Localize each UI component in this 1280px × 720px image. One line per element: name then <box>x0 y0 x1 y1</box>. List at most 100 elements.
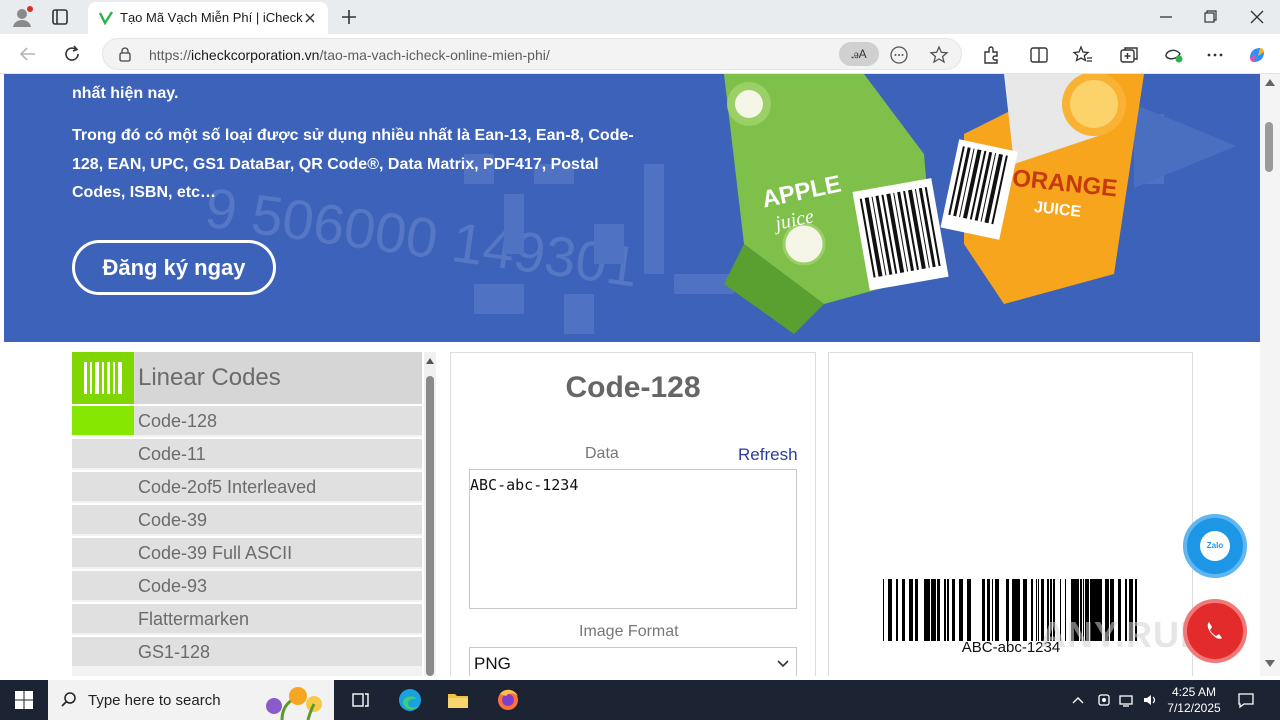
page-scroll-up-icon[interactable] <box>1265 78 1275 86</box>
restore-icon[interactable] <box>1198 6 1222 28</box>
barcode-bar <box>1006 579 1008 641</box>
taskbar-search-box[interactable]: Type here to search <box>48 680 334 720</box>
chevron-down-icon <box>777 660 789 668</box>
active-tab[interactable]: Tạo Mã Vạch Miễn Phí | iCheck <box>88 2 328 34</box>
barcode-bar <box>1008 579 1009 641</box>
barcode-bar <box>954 579 955 641</box>
anyrun-watermark: ANY.RUN <box>1040 614 1208 655</box>
firefox-icon[interactable] <box>492 684 524 716</box>
tray-chevron-up-icon[interactable] <box>1070 692 1086 708</box>
list-scrollbar-thumb[interactable] <box>426 376 434 676</box>
item-indicator <box>72 538 134 567</box>
file-explorer-icon[interactable] <box>442 684 474 716</box>
code-type-label: Code-39 Full ASCII <box>138 543 293 563</box>
close-window-icon[interactable] <box>1245 6 1269 28</box>
item-indicator <box>72 505 134 534</box>
browser-essentials-icon[interactable] <box>1162 44 1184 66</box>
new-tab-icon[interactable] <box>338 6 360 28</box>
refresh-link[interactable]: Refresh <box>738 445 798 465</box>
hero-background-graphic: 9 506000 149301 APPLE juice ORANGE JUICE <box>201 74 1236 334</box>
code-type-item[interactable]: GS1-128 <box>72 635 422 666</box>
code-type-label: Code-39 <box>138 510 208 530</box>
address-bar[interactable]: https://icheckcorporation.vn/tao-ma-vach… <box>102 38 962 70</box>
barcode-bar <box>1036 579 1037 641</box>
image-format-select[interactable]: PNG <box>469 647 797 676</box>
tray-device-icon[interactable] <box>1096 692 1112 708</box>
barcode-bar <box>967 579 971 641</box>
scroll-up-arrow-icon[interactable] <box>426 358 434 364</box>
code-type-item[interactable]: Code-128 <box>72 404 422 435</box>
tab-actions-icon[interactable] <box>48 6 72 28</box>
clock-date: 7/12/2025 <box>1167 701 1221 715</box>
code-type-label: Code-2of5 Interleaved <box>138 477 317 497</box>
profile-avatar-icon[interactable] <box>10 6 34 28</box>
image-format-label: Image Format <box>579 623 679 640</box>
split-screen-icon[interactable] <box>1028 44 1050 66</box>
barcode-bar <box>896 579 898 641</box>
lock-icon[interactable] <box>117 46 133 62</box>
reload-icon[interactable] <box>60 42 84 66</box>
system-clock[interactable]: 4:25 AM 7/12/2025 <box>1164 684 1224 716</box>
barcode-bar <box>925 579 929 641</box>
hero-text-line1: nhất hiện nay. <box>72 85 179 102</box>
code-type-item[interactable]: Code-11 <box>72 437 422 468</box>
code-type-label: Code-128 <box>138 411 218 431</box>
task-view-icon[interactable] <box>344 684 376 716</box>
item-indicator <box>72 637 134 666</box>
volume-icon[interactable] <box>1142 692 1158 708</box>
tab-strip: Tạo Mã Vạch Miễn Phí | iCheck <box>0 0 1280 34</box>
list-scrollbar[interactable] <box>424 352 436 676</box>
active-indicator <box>72 406 134 435</box>
code-type-label: Code-93 <box>138 576 208 596</box>
code-type-label: Flattermarken <box>138 609 250 629</box>
minimize-icon[interactable] <box>1154 6 1178 28</box>
barcode-bar <box>915 579 918 641</box>
barcode-bar <box>902 579 905 641</box>
barcode-bar <box>933 579 934 641</box>
barcode-bar <box>929 579 930 641</box>
code-type-item[interactable]: Code-93 <box>72 569 422 600</box>
barcode-form: Code-128 Data Refresh ABC-abc-1234 Image… <box>450 352 816 676</box>
copilot-icon[interactable] <box>1246 44 1268 66</box>
favorites-icon[interactable] <box>1072 44 1094 66</box>
barcode-bar <box>909 579 913 641</box>
settings-more-icon[interactable] <box>1204 44 1226 66</box>
code-type-item[interactable]: Code-2of5 Interleaved <box>72 470 422 501</box>
barcode-bar <box>944 579 946 641</box>
page-scrollbar-thumb[interactable] <box>1265 122 1273 172</box>
data-label: Data <box>585 445 619 462</box>
code-type-label: GS1-128 <box>138 642 211 662</box>
list-header[interactable]: Linear Codes <box>72 352 422 404</box>
extensions-icon[interactable] <box>980 44 1002 66</box>
barcode-bar <box>987 579 990 641</box>
list-header-title: Linear Codes <box>138 364 281 391</box>
zalo-chat-button[interactable]: Zalo <box>1183 514 1247 578</box>
windows-start-icon[interactable] <box>14 690 34 710</box>
url-text[interactable]: https://icheckcorporation.vn/tao-ma-vach… <box>149 47 550 63</box>
register-now-button[interactable]: Đăng ký ngay <box>72 240 276 295</box>
collections-icon[interactable] <box>1118 44 1140 66</box>
more-options-icon[interactable] <box>889 45 909 65</box>
page-scrollbar[interactable] <box>1260 74 1280 676</box>
code-type-item[interactable]: Flattermarken <box>72 602 422 633</box>
barcode-bar <box>1031 579 1033 641</box>
search-placeholder: Type here to search <box>88 692 221 709</box>
code-type-item[interactable]: Code-39 Full ASCII <box>72 536 422 567</box>
back-icon[interactable] <box>16 42 40 66</box>
navigation-bar: https://icheckcorporation.vn/tao-ma-vach… <box>0 34 1280 74</box>
read-aloud-button[interactable]: ꭿA <box>839 42 879 66</box>
phone-call-button[interactable] <box>1183 599 1247 663</box>
notification-icon[interactable] <box>1236 690 1256 710</box>
favorite-star-icon[interactable] <box>929 45 949 65</box>
code-type-item[interactable]: Code-39 <box>72 503 422 534</box>
edge-taskbar-icon[interactable] <box>394 684 426 716</box>
close-tab-icon[interactable] <box>302 10 318 26</box>
barcode-bar <box>935 579 936 641</box>
barcode-data-input[interactable]: ABC-abc-1234 <box>469 469 797 609</box>
icheck-favicon-icon <box>98 11 114 26</box>
hero-banner: 9 506000 149301 APPLE juice ORANGE JUICE… <box>4 74 1260 342</box>
barcode-type-title: Code-128 <box>565 371 701 404</box>
page-scroll-down-icon[interactable] <box>1265 660 1275 668</box>
barcode-bar <box>952 579 954 641</box>
network-icon[interactable] <box>1118 692 1134 708</box>
